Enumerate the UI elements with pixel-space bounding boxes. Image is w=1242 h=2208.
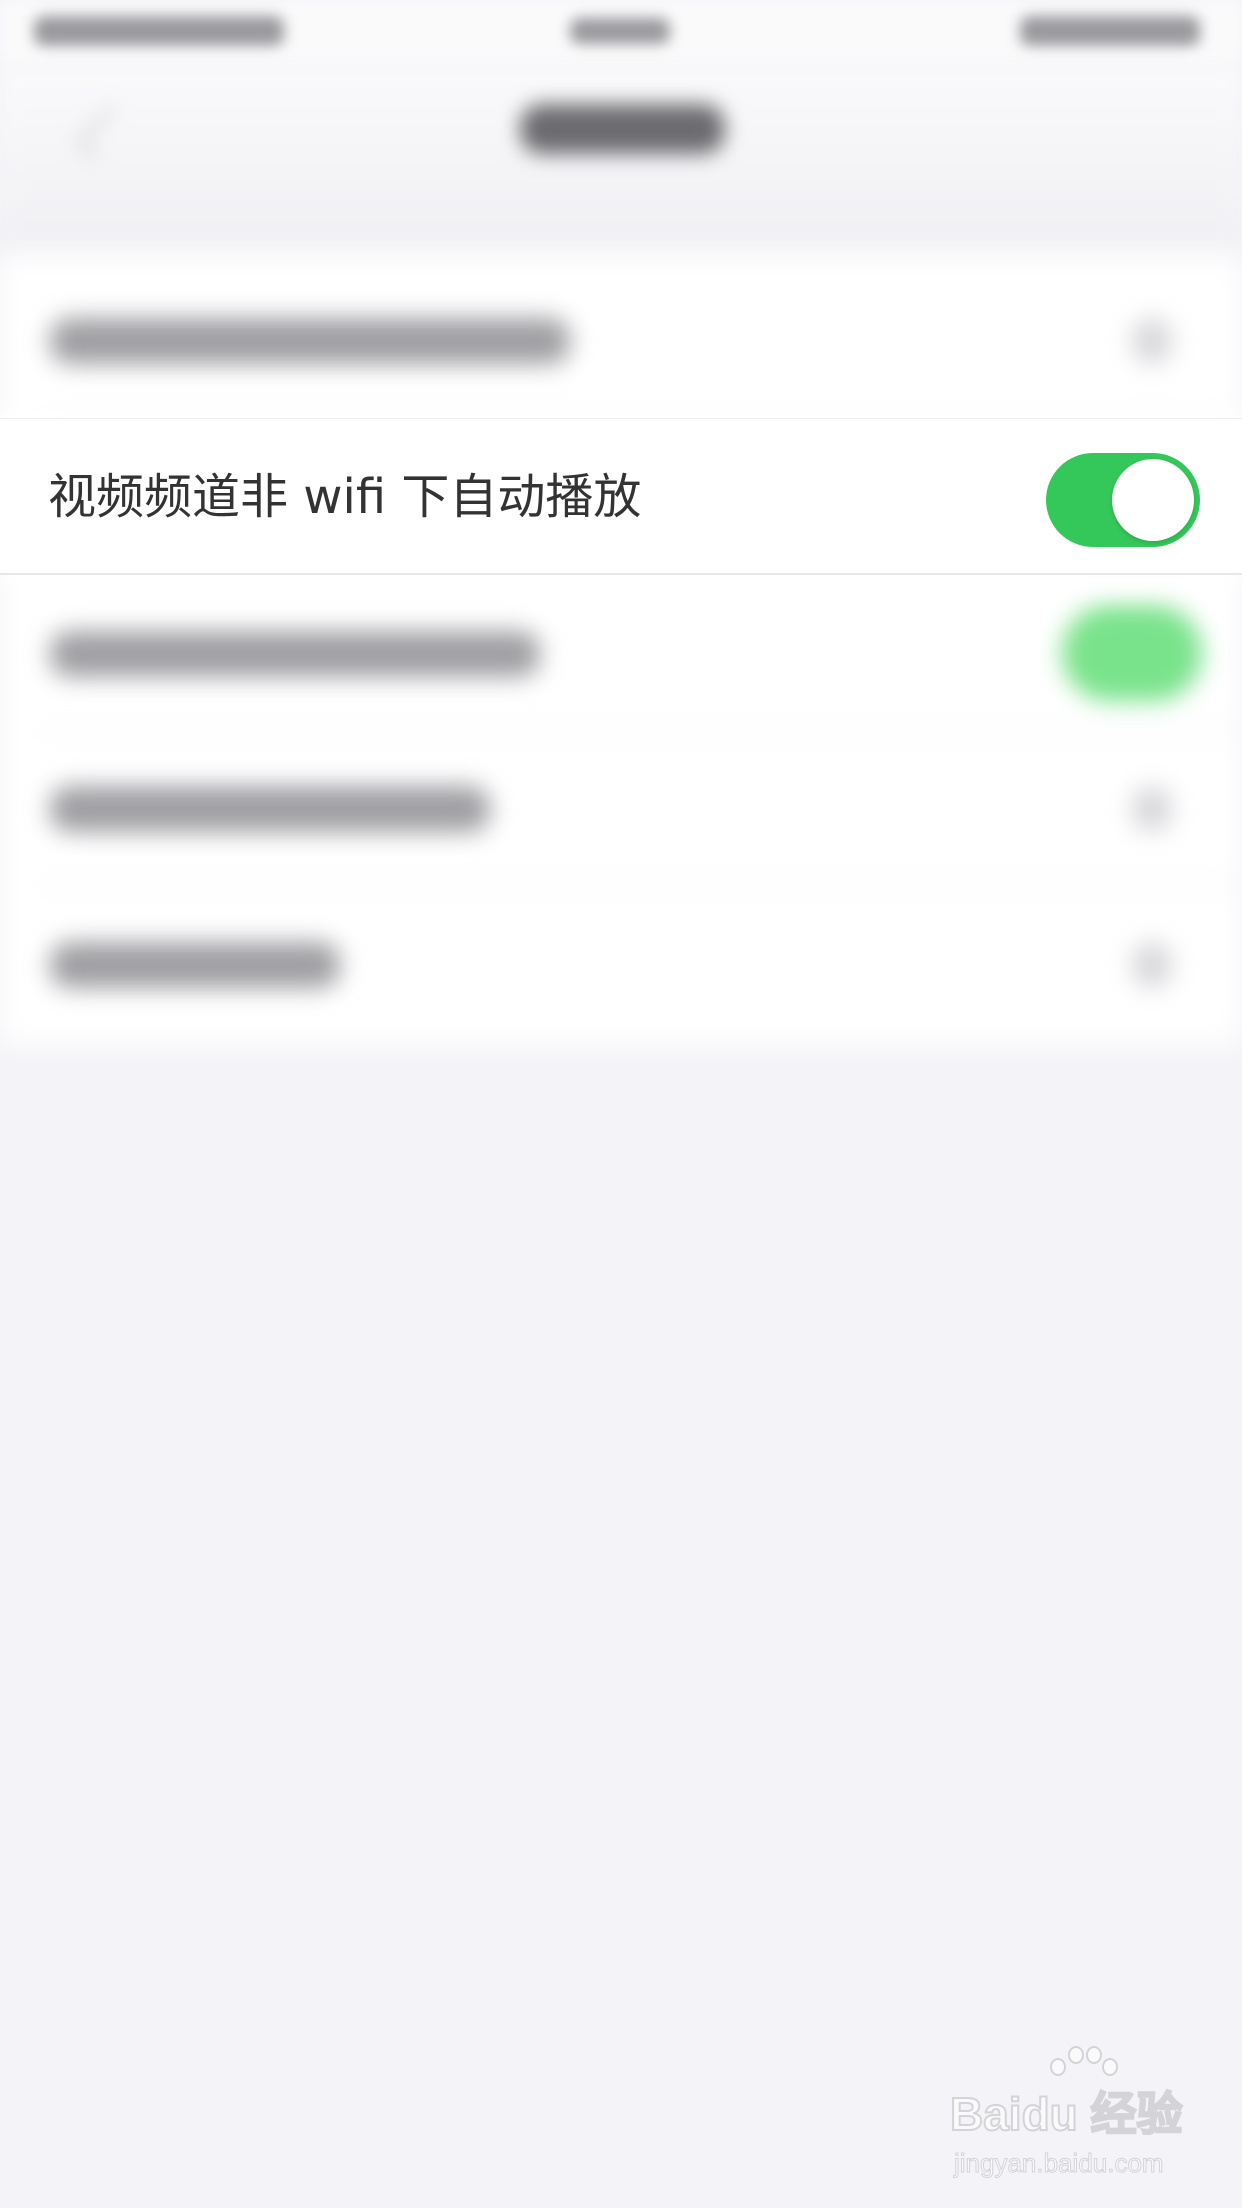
toggle-knob xyxy=(1112,459,1194,541)
autoplay-label: 视频频道非 wifi 下自动播放 xyxy=(48,469,642,525)
baidu-watermark: Baidu 经验 jingyan.baidu.com xyxy=(949,2046,1190,2190)
settings-row-1[interactable] xyxy=(0,262,1242,418)
chevron-right-icon xyxy=(1132,942,1172,988)
settings-row-4[interactable] xyxy=(0,730,1242,886)
settings-row-5[interactable] xyxy=(0,886,1242,1042)
navigation-bar xyxy=(0,64,1242,250)
back-chevron-icon[interactable] xyxy=(76,106,130,160)
settings-row-3[interactable] xyxy=(0,575,1242,731)
row-label xyxy=(50,318,570,364)
status-bar xyxy=(0,0,1242,64)
row-label xyxy=(50,942,340,988)
battery-indicator xyxy=(1020,16,1200,46)
watermark-url: jingyan.baidu.com xyxy=(954,2148,1165,2179)
row-label xyxy=(50,786,490,832)
chevron-right-icon xyxy=(1132,318,1172,364)
autoplay-toggle[interactable] xyxy=(1046,453,1200,547)
toggle-switch[interactable] xyxy=(1062,605,1202,701)
clock xyxy=(570,18,670,44)
chevron-right-icon xyxy=(1132,786,1172,832)
settings-row-video-autoplay[interactable]: 视频频道非 wifi 下自动播放 xyxy=(0,418,1242,575)
page-title xyxy=(520,104,725,154)
watermark-logo: Baidu 经验 xyxy=(949,2087,1184,2141)
row-label xyxy=(50,631,540,677)
carrier-indicator xyxy=(34,16,284,46)
settings-screen: 视频频道非 wifi 下自动播放 Baidu 经验 jingyan.baidu.… xyxy=(0,0,1242,2208)
